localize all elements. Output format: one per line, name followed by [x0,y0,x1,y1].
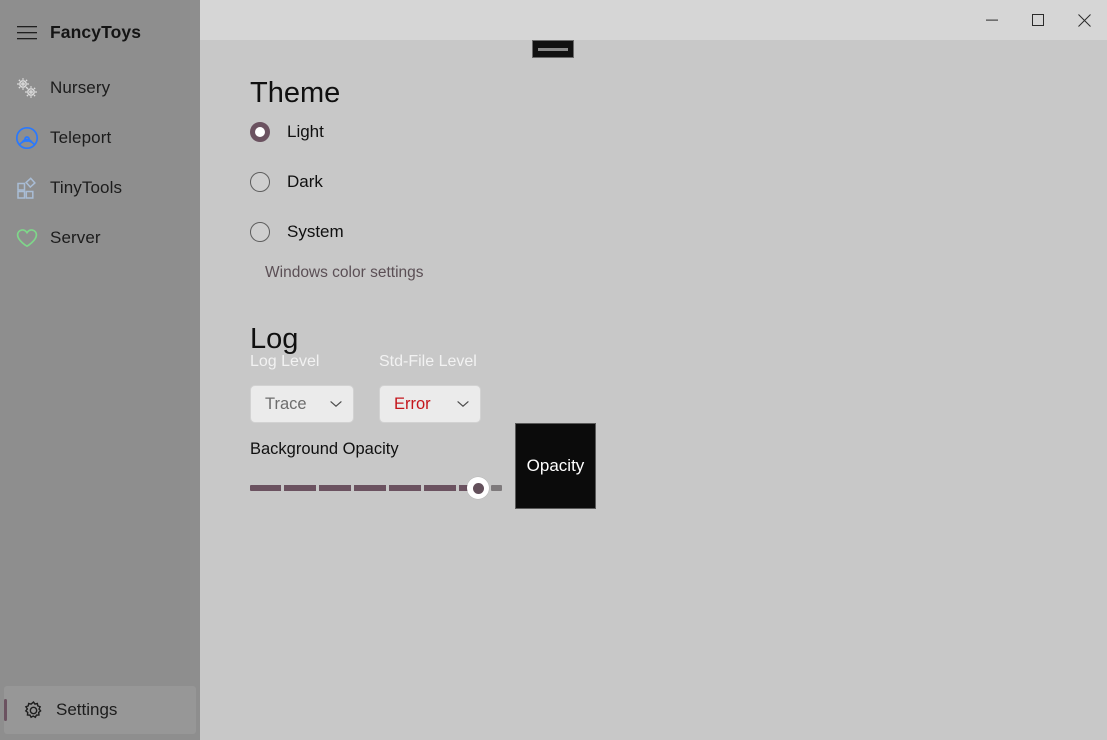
sidebar-item-tinytools[interactable]: TinyTools [4,166,196,210]
minimize-button[interactable] [969,0,1015,40]
log-level-dropdown[interactable]: Trace [250,385,354,423]
log-section-heading: Log [250,323,298,356]
theme-option-system[interactable]: System [250,222,344,242]
radio-indicator[interactable] [250,122,270,142]
sidebar-item-nursery[interactable]: Nursery [4,66,196,110]
sidebar-item-label: Nursery [50,78,110,98]
close-button[interactable] [1061,0,1107,40]
radio-indicator[interactable] [250,222,270,242]
slider-thumb[interactable] [467,477,489,499]
radio-label: System [287,222,344,242]
slider-tick [421,485,424,491]
log-level-value: Trace [265,395,324,414]
log-level-label: Log Level [250,353,319,371]
sidebar-item-settings[interactable]: Settings [4,686,196,734]
selection-indicator [4,699,7,721]
slider-tick [351,485,354,491]
hamburger-icon[interactable] [4,25,50,40]
std-file-level-label: Std-File Level [379,353,477,371]
maximize-button[interactable] [1015,0,1061,40]
radio-label: Dark [287,172,323,192]
opacity-tooltip: Opacity [515,423,596,509]
slider-tick [456,485,459,491]
clipped-tooltip-bar [538,48,568,51]
theme-option-light[interactable]: Light [250,122,324,142]
settings-content: Theme Light Dark System Windows color se… [200,40,1107,740]
app-title: FancyToys [50,22,141,43]
theme-section-heading: Theme [250,77,340,110]
slider-tick [316,485,319,491]
std-file-level-dropdown[interactable]: Error [379,385,481,423]
sidebar-item-label: Teleport [50,128,111,148]
sidebar-item-label: Server [50,228,101,248]
opacity-tooltip-text: Opacity [527,456,585,476]
std-file-level-value: Error [394,395,451,414]
chevron-down-icon [457,400,469,408]
slider-track-remaining [491,485,502,491]
slider-tick [281,485,284,491]
broadcast-icon [4,125,50,151]
background-opacity-label: Background Opacity [250,440,399,459]
sidebar-header[interactable]: FancyToys [4,8,196,56]
title-bar [200,0,1107,40]
windows-color-settings-link[interactable]: Windows color settings [265,264,424,282]
grid-app-icon [4,175,50,201]
sidebar-top-section: FancyToys Nursery [0,0,200,260]
slider-track-filled [250,485,478,491]
slider-tick [386,485,389,491]
app-window: FancyToys Nursery [0,0,1107,740]
chevron-down-icon [330,400,342,408]
sidebar-item-label: Settings [56,700,117,720]
slider-thumb-dot [473,483,484,494]
background-opacity-slider[interactable] [250,476,500,500]
radio-indicator[interactable] [250,172,270,192]
gears-icon [4,75,50,101]
heart-icon [4,225,50,251]
window-controls [969,0,1107,40]
sidebar-item-server[interactable]: Server [4,216,196,260]
gear-icon [10,699,56,722]
radio-label: Light [287,122,324,142]
sidebar-item-label: TinyTools [50,178,122,198]
sidebar-item-teleport[interactable]: Teleport [4,116,196,160]
clipped-tooltip-overlay [532,40,574,58]
theme-option-dark[interactable]: Dark [250,172,323,192]
navigation-sidebar: FancyToys Nursery [0,0,200,740]
